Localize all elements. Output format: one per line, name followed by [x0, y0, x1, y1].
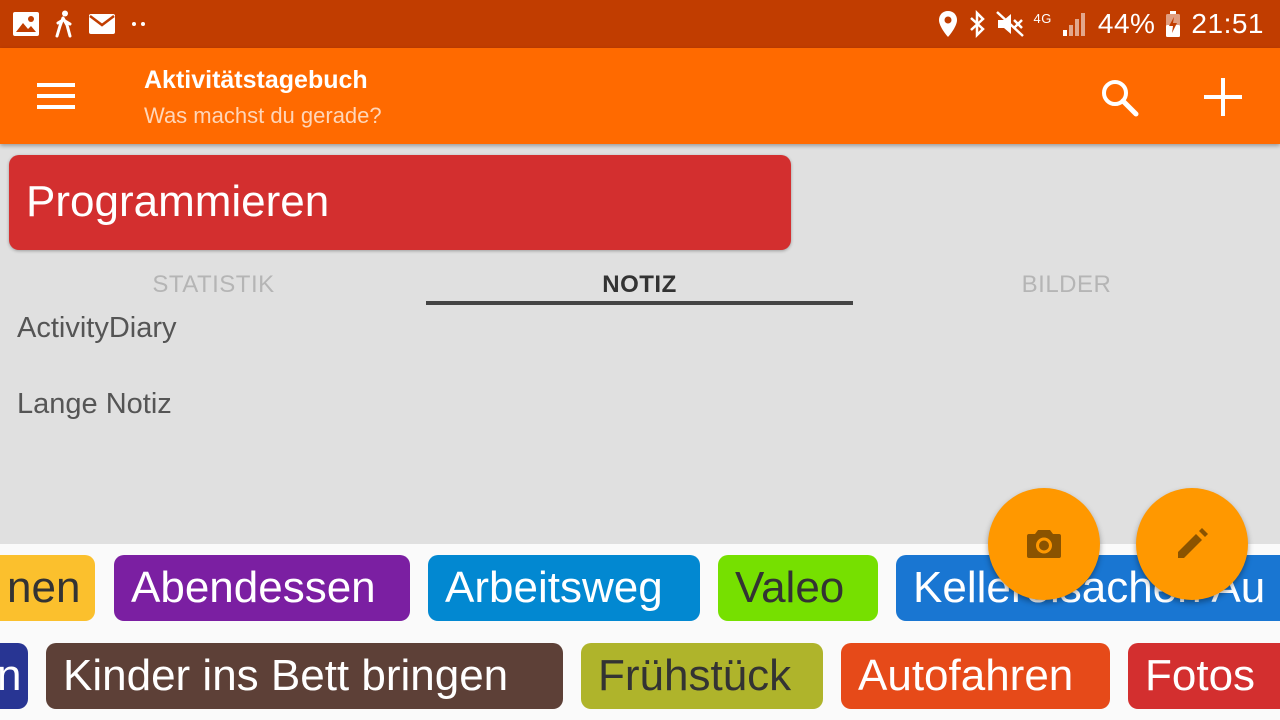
activity-chip[interactable]: Abendessen — [114, 555, 410, 621]
image-icon — [12, 11, 40, 37]
activity-chip[interactable]: Kinder ins Bett bringen — [46, 643, 563, 709]
note-title[interactable]: ActivityDiary — [17, 312, 177, 345]
status-bar-system: 4G 44% 21:51 — [938, 8, 1264, 40]
status-bar: 4G 44% 21:51 — [0, 0, 1280, 48]
camera-fab[interactable] — [988, 488, 1100, 600]
add-icon — [1204, 78, 1242, 116]
bluetooth-icon — [968, 10, 986, 38]
activity-chip[interactable]: n — [0, 643, 28, 709]
menu-button[interactable] — [36, 78, 76, 114]
activity-chip[interactable]: Autofahren — [841, 643, 1110, 709]
tab-indicator — [426, 301, 853, 305]
activity-chip[interactable]: Valeo — [718, 555, 878, 621]
edit-fab[interactable] — [1136, 488, 1248, 600]
activity-chip-label: Autofahren — [858, 651, 1074, 700]
activity-chip-label: Abendessen — [131, 563, 376, 612]
activity-chip[interactable]: nen — [0, 555, 95, 621]
network-type: 4G — [1033, 10, 1052, 26]
activity-chip-label: Fotos — [1145, 651, 1256, 700]
app-title: Aktivitätstagebuch — [144, 66, 368, 94]
add-button[interactable] — [1200, 74, 1246, 120]
activity-chip-label: Valeo — [735, 563, 845, 612]
tab-bilder[interactable]: BILDER — [853, 262, 1280, 308]
activity-chip[interactable]: Frühstück — [581, 643, 823, 709]
battery-icon — [1165, 10, 1181, 38]
camera-icon — [1027, 530, 1061, 558]
clock: 21:51 — [1191, 8, 1264, 39]
activity-chip-label: Kinder ins Bett bringen — [63, 651, 509, 700]
battery-percent: 44% — [1097, 8, 1156, 39]
mute-icon — [995, 11, 1024, 37]
current-activity-card[interactable]: Programmieren — [9, 155, 791, 250]
current-activity-name: Programmieren — [26, 177, 330, 226]
tab-statistik[interactable]: STATISTIK — [0, 262, 427, 308]
app-subtitle: Was machst du gerade? — [144, 103, 382, 128]
activity-chip-label: Arbeitsweg — [445, 563, 663, 612]
note-text[interactable]: Lange Notiz — [17, 388, 172, 421]
search-button[interactable] — [1100, 78, 1140, 118]
activity-chip-label: n — [0, 651, 22, 700]
app-bar: Aktivitätstagebuch Was machst du gerade? — [0, 48, 1280, 144]
menu-icon — [37, 83, 75, 109]
more-dots-icon — [130, 20, 148, 28]
edit-icon — [1178, 528, 1208, 558]
search-icon — [1102, 80, 1139, 117]
mail-icon — [88, 13, 116, 35]
signal-icon — [1062, 11, 1088, 37]
status-bar-notifications — [12, 10, 148, 38]
activity-chip-label: Frühstück — [598, 651, 792, 700]
activity-chip-label: nen — [7, 563, 81, 612]
activity-chip[interactable]: Fotos — [1128, 643, 1280, 709]
walking-icon — [54, 10, 74, 38]
location-icon — [938, 10, 958, 38]
activity-chip[interactable]: Arbeitsweg — [428, 555, 700, 621]
